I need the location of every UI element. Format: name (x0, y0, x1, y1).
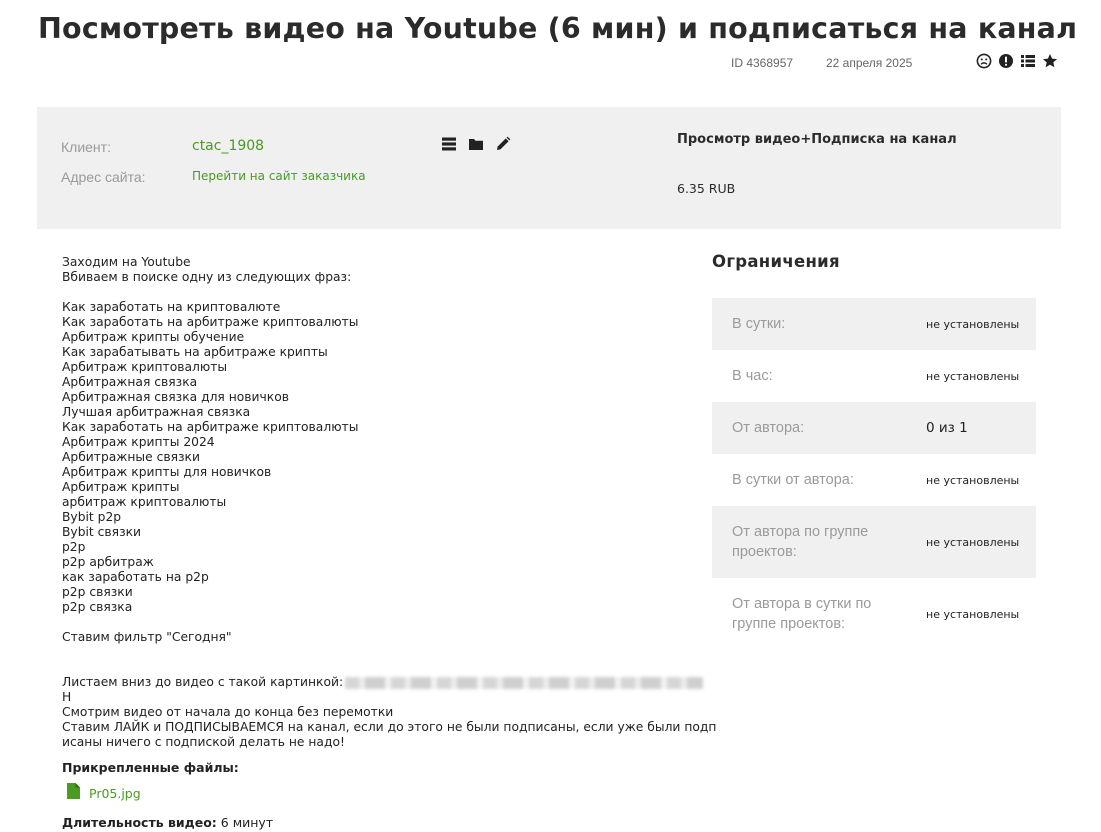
limit-row: В сутки: не установлены (712, 298, 1036, 350)
task-type: Просмотр видео+Подписка на канал (677, 132, 957, 147)
video-duration: Длительность видео: 6 минут (62, 815, 273, 830)
description-line: Смотрим видео от начала до конца без пер… (62, 705, 394, 719)
description-line: Вбиваем в поиске одну из следующих фраз: (62, 270, 352, 284)
description-line: Как заработать на криптовалюте (62, 300, 281, 314)
sad-face-icon[interactable] (976, 53, 992, 69)
task-info-panel: Клиент: ctac_1908 Адрес сайта: Перейти н… (37, 107, 1061, 229)
description-line: исаны ничего с подпиской делать не надо! (62, 735, 345, 749)
limit-label: В сутки: (732, 316, 786, 332)
client-label: Клиент: (61, 139, 111, 155)
header-actions (976, 53, 1058, 69)
menu-icon[interactable] (441, 136, 457, 152)
description-line: Лучшая арбитражная связка (62, 405, 251, 419)
limits-table: В сутки: не установлены В час: не устано… (712, 298, 1036, 650)
site-label: Адрес сайта: (61, 169, 146, 185)
task-price: 6.35 RUB (677, 181, 736, 196)
description-line: Арбитраж крипты 2024 (62, 435, 215, 449)
description-line: p2p связки (62, 585, 133, 599)
description-line (62, 660, 702, 675)
client-name[interactable]: ctac_1908 (192, 138, 264, 154)
description-line: Арбитраж крипты (62, 480, 180, 494)
attachment-link[interactable]: Pr05.jpg (89, 786, 141, 801)
limit-value: не установлены (926, 607, 1020, 621)
description-line: Арбитраж крипты обучение (62, 330, 245, 344)
attachments-title: Прикрепленные файлы: (62, 760, 239, 775)
limit-label: От автора в сутки по группе проектов: (732, 596, 872, 632)
description-line: Арбитражная связка для новичков (62, 390, 290, 404)
task-actions (441, 136, 511, 152)
limit-row: От автора в сутки по группе проектов: не… (712, 578, 1036, 650)
description-line: Как зарабатывать на арбитраже крипты (62, 345, 328, 359)
scroll-instruction-text: Листаем вниз до видео с такой картинкой: (62, 675, 344, 689)
description-line: арбитраж криптовалюты (62, 495, 227, 509)
limit-value: не установлены (926, 473, 1020, 487)
description-line: Арбитражная связка (62, 375, 198, 389)
list-icon[interactable] (1020, 53, 1036, 69)
description-line: как заработать на p2p (62, 570, 209, 584)
description-line: Заходим на Youtube (62, 255, 191, 269)
limit-value: не установлены (926, 317, 1020, 331)
limit-value: не установлены (926, 369, 1020, 383)
star-icon[interactable] (1042, 53, 1058, 69)
description-line: Bybit p2p (62, 510, 122, 524)
limit-value: не установлены (926, 535, 1020, 549)
duration-value: 6 минут (220, 815, 274, 830)
description-line: Арбитраж криптовалюты (62, 360, 228, 374)
limit-row: В сутки от автора: не установлены (712, 454, 1036, 506)
description-line (62, 645, 702, 660)
description-line: Как заработать на арбитраже криптовалюты (62, 420, 359, 434)
customer-site-link[interactable]: Перейти на сайт заказчика (192, 169, 366, 183)
limit-label: От автора: (732, 420, 805, 436)
pencil-icon[interactable] (495, 136, 511, 152)
page-title: Посмотреть видео на Youtube (6 мин) и по… (38, 12, 1078, 45)
description-line: Арбитражные связки (62, 450, 200, 464)
scroll-instruction: Листаем вниз до видео с такой картинкой: (62, 675, 704, 690)
description-line (62, 615, 702, 630)
description-line: Bybit связки (62, 525, 142, 539)
task-date: 22 апреля 2025 (826, 56, 913, 70)
description-line: Как заработать на арбитраже криптовалюты (62, 315, 359, 329)
description-line: p2p арбитраж (62, 555, 154, 569)
limit-row: От автора по группе проектов: не установ… (712, 506, 1036, 578)
limit-label: В час: (732, 368, 773, 384)
attachment-item[interactable]: Pr05.jpg (67, 783, 141, 803)
description-line: Ставим ЛАЙК и ПОДПИСЫВАЕМСЯ на канал, ес… (62, 720, 717, 734)
duration-label: Длительность видео: (62, 815, 217, 830)
task-description: Заходим на Youtube Вбиваем в поиске одну… (62, 255, 717, 750)
description-line: p2p связка (62, 600, 133, 614)
task-id: ID 4368957 (731, 56, 794, 70)
description-line: Н (62, 690, 72, 704)
limit-value: 0 из 1 (926, 420, 968, 436)
limit-label: От автора по группе проектов: (732, 524, 869, 560)
folder-icon[interactable] (468, 136, 484, 152)
limit-label: В сутки от автора: (732, 472, 854, 488)
description-line (62, 285, 702, 300)
limit-row: От автора: 0 из 1 (712, 402, 1036, 454)
file-icon (67, 783, 80, 803)
exclamation-icon[interactable] (998, 53, 1014, 69)
description-line: p2p (62, 540, 86, 554)
description-line: Арбитраж крипты для новичков (62, 465, 272, 479)
blurred-thumbnail-image (345, 676, 704, 689)
limits-title: Ограничения (712, 252, 840, 271)
limit-row: В час: не установлены (712, 350, 1036, 402)
description-line: Ставим фильтр "Сегодня" (62, 630, 232, 644)
